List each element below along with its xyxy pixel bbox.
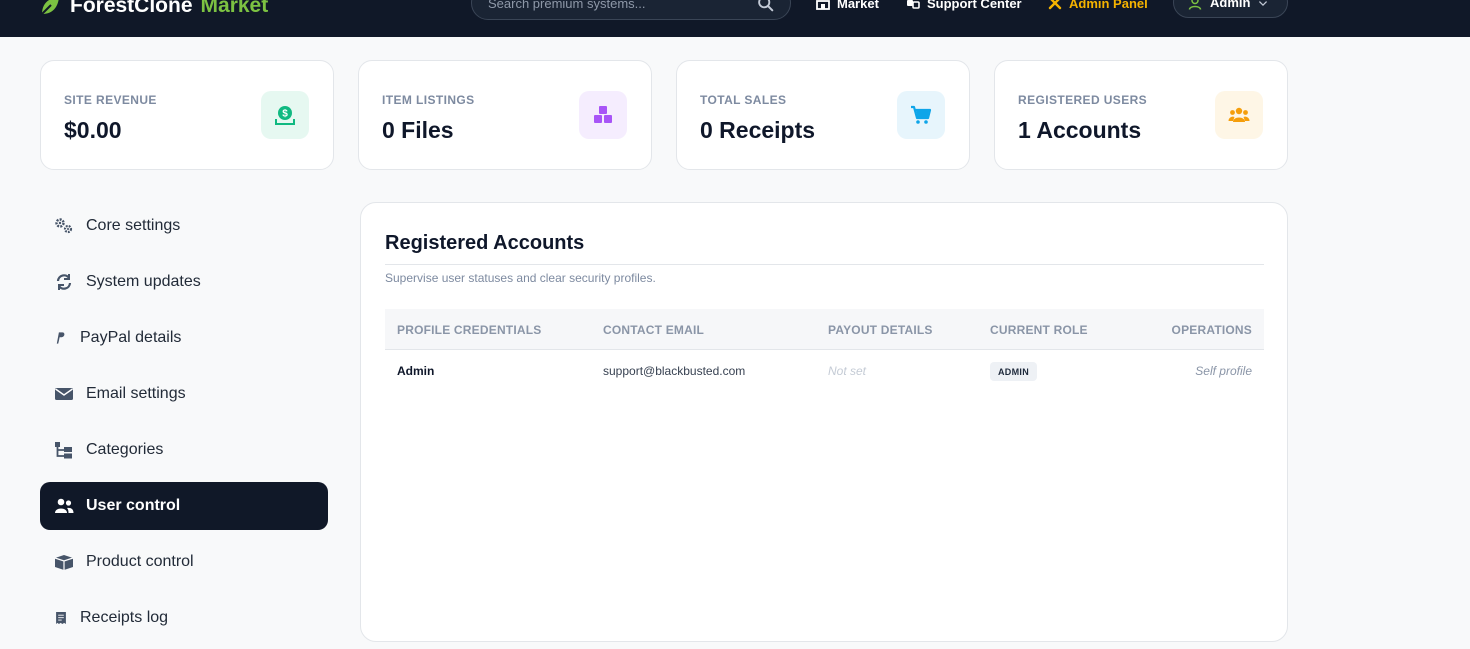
sidebar-item-label: User control xyxy=(86,497,181,514)
nav-support-link[interactable]: Support Center xyxy=(906,0,1022,12)
boxes-icon xyxy=(594,106,612,123)
cart-icon xyxy=(911,105,932,124)
stat-icon-wrap xyxy=(1215,91,1263,139)
stat-value: 0 Receipts xyxy=(700,117,816,143)
sidebar-item-product-control[interactable]: Product control xyxy=(40,538,328,586)
sidebar-item-label: Email settings xyxy=(86,385,186,402)
gears-icon xyxy=(55,218,73,234)
sidebar-item-label: Core settings xyxy=(86,217,181,234)
sidebar-item-label: PayPal details xyxy=(80,329,182,346)
receipt-icon xyxy=(56,612,66,624)
stat-label: SITE REVENUE xyxy=(64,93,157,107)
user-icon xyxy=(1188,0,1202,10)
column-header: PROFILE CREDENTIALS xyxy=(397,323,542,337)
envelope-icon xyxy=(55,388,73,400)
stat-icon-wrap xyxy=(579,91,627,139)
nav-market-label: Market xyxy=(837,0,879,11)
search-bar xyxy=(471,0,791,20)
nav-market-link[interactable]: Market xyxy=(816,0,879,12)
sidebar-item-core-settings[interactable]: Core settings xyxy=(40,202,328,250)
user-name: Admin xyxy=(1210,0,1251,10)
stat-card-sales: TOTAL SALES 0 Receipts xyxy=(676,60,970,170)
panel-title: Registered Accounts xyxy=(385,232,585,254)
column-header: CONTACT EMAIL xyxy=(603,323,705,337)
stat-label: ITEM LISTINGS xyxy=(382,93,475,107)
profile-name: Admin xyxy=(397,364,435,378)
support-icon xyxy=(907,0,920,9)
boxes-icon xyxy=(54,555,74,570)
panel-divider xyxy=(385,264,1264,265)
column-header: OPERATIONS xyxy=(1171,323,1252,337)
column-header: PAYOUT DETAILS xyxy=(828,323,933,337)
users-icon xyxy=(55,498,74,513)
search-icon[interactable] xyxy=(757,0,774,12)
top-navbar: ForestClone Market Market Support Center… xyxy=(0,0,1470,37)
nav-admin-panel-label: Admin Panel xyxy=(1069,0,1148,11)
store-icon xyxy=(816,0,830,10)
tools-icon xyxy=(1048,0,1062,10)
sidebar-item-user-control[interactable]: User control xyxy=(40,482,328,530)
nav-admin-panel-link[interactable]: Admin Panel xyxy=(1048,0,1148,12)
brand-accent: Market xyxy=(200,0,269,17)
sidebar-item-receipts-log[interactable]: Receipts log xyxy=(40,594,328,642)
stat-label: TOTAL SALES xyxy=(700,93,787,107)
users-icon xyxy=(1228,107,1250,122)
brand-name: ForestClone xyxy=(70,0,193,17)
leaf-icon xyxy=(41,0,59,15)
sidebar-item-email-settings[interactable]: Email settings xyxy=(40,370,328,418)
column-header: CURRENT ROLE xyxy=(990,323,1088,337)
role-badge: ADMIN xyxy=(990,362,1037,381)
paypal-icon xyxy=(56,332,65,344)
nav-support-label: Support Center xyxy=(927,0,1022,11)
stat-label: REGISTERED USERS xyxy=(1018,93,1148,107)
sidebar-item-label: System updates xyxy=(86,273,201,290)
sitemap-icon xyxy=(55,442,72,459)
stat-card-users: REGISTERED USERS 1 Accounts xyxy=(994,60,1288,170)
sidebar-item-label: Receipts log xyxy=(80,609,169,626)
stat-card-listings: ITEM LISTINGS 0 Files xyxy=(358,60,652,170)
panel-subtitle: Supervise user statuses and clear securi… xyxy=(385,271,656,285)
payout-details: Not set xyxy=(828,364,867,378)
money-icon: $ xyxy=(275,106,295,125)
stat-value: 0 Files xyxy=(382,117,454,143)
user-menu-button[interactable]: Admin xyxy=(1173,0,1288,18)
stat-value: $0.00 xyxy=(64,117,122,143)
sidebar-item-categories[interactable]: Categories xyxy=(40,426,328,474)
sidebar-item-label: Categories xyxy=(86,441,164,458)
stat-icon-wrap xyxy=(897,91,945,139)
sidebar-item-label: Product control xyxy=(86,553,194,570)
sync-icon xyxy=(56,274,72,290)
registered-accounts-panel: Registered Accounts Supervise user statu… xyxy=(360,202,1288,642)
table-header: PROFILE CREDENTIALS CONTACT EMAIL PAYOUT… xyxy=(385,309,1264,350)
stat-card-revenue: SITE REVENUE $0.00 $ xyxy=(40,60,334,170)
stat-value: 1 Accounts xyxy=(1018,117,1142,143)
operations-text: Self profile xyxy=(1195,364,1252,378)
brand-logo[interactable]: ForestClone Market xyxy=(38,0,268,21)
chevron-down-icon xyxy=(1259,0,1268,6)
sidebar-item-paypal-details[interactable]: PayPal details xyxy=(40,314,328,362)
contact-email: support@blackbusted.com xyxy=(603,364,746,378)
svg-text:$: $ xyxy=(282,109,288,120)
stat-icon-wrap: $ xyxy=(261,91,309,139)
sidebar-item-system-updates[interactable]: System updates xyxy=(40,258,328,306)
table-row: Admin support@blackbusted.com Not set AD… xyxy=(385,350,1264,394)
search-input[interactable] xyxy=(488,0,757,11)
